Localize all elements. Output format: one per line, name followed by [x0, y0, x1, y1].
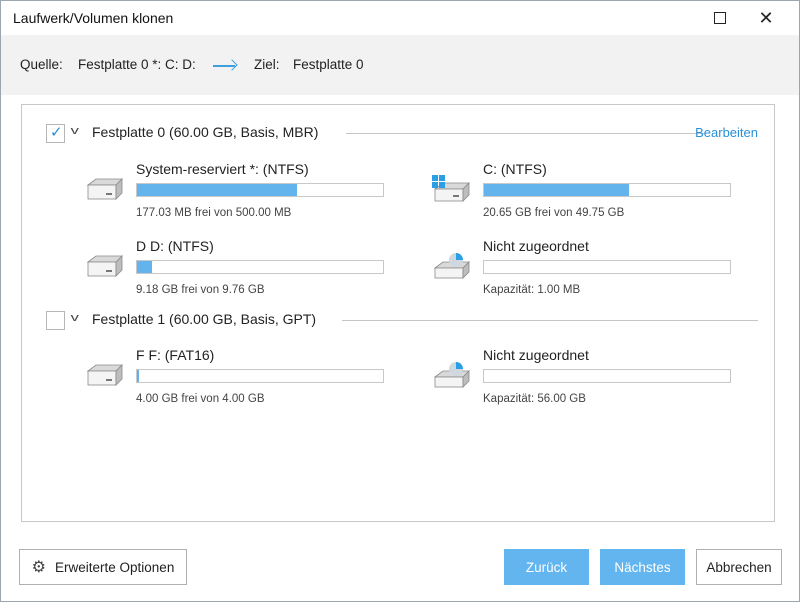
source-label: Quelle:: [20, 57, 63, 72]
partition-info: 20.65 GB frei von 49.75 GB: [483, 207, 625, 219]
partition-info: 9.18 GB frei von 9.76 GB: [136, 284, 265, 296]
unallocated-disk-icon: [433, 253, 470, 279]
disk-1-checkbox[interactable]: [46, 311, 65, 330]
usage-bar: [483, 260, 731, 274]
partition-name: Nicht zugeordnet: [483, 238, 589, 254]
disk-header-1: v Festplatte 1 (60.00 GB, Basis, GPT): [46, 311, 758, 333]
partition-info: 4.00 GB frei von 4.00 GB: [136, 393, 265, 405]
checkmark-icon: ✓: [50, 124, 63, 141]
partition-name: System-reserviert *: (NTFS): [136, 161, 309, 177]
window-title: Laufwerk/Volumen klonen: [13, 10, 174, 26]
disk-0-checkbox[interactable]: ✓: [46, 124, 65, 143]
partition-info: Kapazität: 1.00 MB: [483, 284, 581, 296]
title-bar: Laufwerk/Volumen klonen ✕: [1, 1, 799, 35]
partition-item[interactable]: C: (NTFS) 20.65 GB frei von 49.75 GB: [431, 161, 731, 221]
partition-name: D D: (NTFS): [136, 238, 214, 254]
chevron-down-icon[interactable]: v: [71, 312, 79, 324]
disk-title: Festplatte 1 (60.00 GB, Basis, GPT): [92, 311, 317, 327]
partition-name: Nicht zugeordnet: [483, 347, 589, 363]
usage-fill: [137, 370, 139, 382]
usage-bar: [136, 183, 384, 197]
close-icon: ✕: [758, 8, 774, 28]
clone-dialog: Laufwerk/Volumen klonen ✕ Quelle: Festpl…: [0, 0, 800, 602]
advanced-options-button[interactable]: ⚙ Erweiterte Optionen: [19, 549, 187, 585]
partition-info: 177.03 MB frei von 500.00 MB: [136, 207, 292, 219]
partition-name: F F: (FAT16): [136, 347, 215, 363]
target-value: Festplatte 0: [293, 57, 364, 72]
disk-header-0: ✓ v Festplatte 0 (60.00 GB, Basis, MBR) …: [46, 124, 758, 146]
maximize-icon: [714, 12, 726, 24]
partition-item[interactable]: F F: (FAT16) 4.00 GB frei von 4.00 GB: [84, 347, 384, 407]
target-label: Ziel:: [254, 57, 280, 72]
cancel-button[interactable]: Abbrechen: [696, 549, 782, 585]
next-button[interactable]: Nächstes: [600, 549, 685, 585]
arrow-right-icon: [213, 65, 235, 67]
disk-panel: ✓ v Festplatte 0 (60.00 GB, Basis, MBR) …: [21, 104, 775, 522]
drive-icon: [86, 178, 123, 200]
usage-fill: [137, 261, 152, 273]
usage-bar: [136, 369, 384, 383]
usage-bar: [136, 260, 384, 274]
advanced-options-label: Erweiterte Optionen: [55, 559, 175, 575]
partition-item[interactable]: Nicht zugeordnet Kapazität: 56.00 GB: [431, 347, 731, 407]
usage-fill: [484, 184, 630, 196]
disk-title: Festplatte 0 (60.00 GB, Basis, MBR): [92, 124, 319, 140]
source-value: Festplatte 0 *: C: D:: [78, 57, 196, 72]
gear-icon: ⚙: [31, 559, 47, 576]
divider: [342, 320, 758, 321]
usage-bar: [483, 183, 731, 197]
partition-item[interactable]: Nicht zugeordnet Kapazität: 1.00 MB: [431, 238, 731, 298]
partition-item[interactable]: System-reserviert *: (NTFS) 177.03 MB fr…: [84, 161, 384, 221]
windows-drive-icon: [432, 175, 470, 202]
drive-icon: [86, 255, 123, 277]
usage-fill: [137, 184, 297, 196]
partition-info: Kapazität: 56.00 GB: [483, 393, 586, 405]
edit-link[interactable]: Bearbeiten: [695, 125, 758, 140]
drive-icon: [86, 364, 123, 386]
chevron-down-icon[interactable]: v: [71, 125, 79, 137]
maximize-button[interactable]: [697, 1, 743, 35]
partition-item[interactable]: D D: (NTFS) 9.18 GB frei von 9.76 GB: [84, 238, 384, 298]
usage-bar: [483, 369, 731, 383]
unallocated-disk-icon: [433, 362, 470, 388]
source-target-bar: Quelle: Festplatte 0 *: C: D: Ziel: Fest…: [1, 35, 799, 95]
back-button[interactable]: Zurück: [504, 549, 589, 585]
close-button[interactable]: ✕: [743, 1, 789, 35]
partition-name: C: (NTFS): [483, 161, 547, 177]
divider: [346, 133, 706, 134]
